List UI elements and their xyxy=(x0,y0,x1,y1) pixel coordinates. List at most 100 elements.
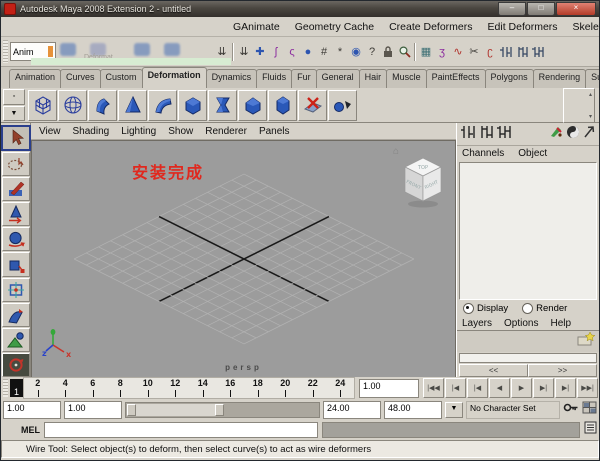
move-tool-icon[interactable] xyxy=(1,202,30,227)
scale-tool-icon[interactable] xyxy=(1,252,30,277)
panel-menu-renderer[interactable]: Renderer xyxy=(205,126,247,137)
cluster-deformer-icon[interactable] xyxy=(88,89,117,121)
channel-layout-single-icon[interactable] xyxy=(461,125,476,144)
tab-rendering[interactable]: Rendering xyxy=(532,69,587,88)
quick-help-icon[interactable]: ? xyxy=(364,43,380,61)
shelf-tab-selector-button[interactable]: ▫ xyxy=(3,89,25,105)
cut-icon[interactable]: ✂ xyxy=(466,43,482,61)
rotate-tool-icon[interactable] xyxy=(1,227,30,252)
character-set-selector[interactable]: No Character Set xyxy=(466,400,560,419)
cone-deformer-icon[interactable] xyxy=(118,89,147,121)
panel-menu-lighting[interactable]: Lighting xyxy=(121,126,156,137)
paint-selection-tool-icon[interactable] xyxy=(1,177,30,202)
speed-toggle-icon[interactable] xyxy=(566,125,580,144)
menu-ganimate[interactable]: GAnimate xyxy=(233,21,280,33)
step-forward-frame-button[interactable]: ▶| xyxy=(533,378,554,398)
paint-effects-icon[interactable]: ∿ xyxy=(450,43,466,61)
make-live-icon[interactable]: ● xyxy=(300,43,316,61)
construction-history-icon[interactable]: ◉ xyxy=(348,43,364,61)
step-forward-key-button[interactable]: ▶| xyxy=(555,378,576,398)
current-time-field[interactable]: 1.00 xyxy=(359,378,419,398)
menu-edit-deformers[interactable]: Edit Deformers xyxy=(488,21,558,33)
layer-list[interactable] xyxy=(457,331,599,353)
animation-preferences-icon[interactable] xyxy=(582,401,597,419)
show-channel-box-icon[interactable] xyxy=(498,43,514,61)
menu-skeleton[interactable]: Skeleton xyxy=(573,21,599,33)
mel-input[interactable] xyxy=(44,422,318,438)
playback-options-dropdown-icon[interactable]: ▼ xyxy=(445,401,463,418)
current-frame-indicator[interactable]: 1 xyxy=(10,379,23,397)
layer-help-menu[interactable]: Help xyxy=(550,318,571,329)
script-editor-icon[interactable] xyxy=(584,421,597,439)
tab-painteffects[interactable]: PaintEffects xyxy=(425,69,486,88)
squash-deformer-icon[interactable] xyxy=(238,89,267,121)
display-radio-group[interactable]: Display xyxy=(463,303,508,315)
shelf-empty-slot[interactable]: ▴ ▾ xyxy=(563,87,595,123)
range-start-handle[interactable] xyxy=(127,403,136,416)
tab-general[interactable]: General xyxy=(315,69,360,88)
pane-forward-button[interactable]: >> xyxy=(528,364,597,377)
channels-menu[interactable]: Channels xyxy=(462,148,504,159)
flare-deformer-icon[interactable] xyxy=(208,89,237,121)
object-menu[interactable]: Object xyxy=(518,148,547,159)
pane-back-button[interactable]: << xyxy=(459,364,528,377)
animation-end-field[interactable]: 48.00 xyxy=(384,400,442,419)
tab-deformation[interactable]: Deformation xyxy=(141,67,207,88)
status-line-grip[interactable] xyxy=(3,39,8,64)
panel-menu-panels[interactable]: Panels xyxy=(259,126,290,137)
lasso-tool-icon[interactable] xyxy=(1,152,30,177)
tab-hair[interactable]: Hair xyxy=(358,69,388,88)
tab-polygons[interactable]: Polygons xyxy=(484,69,534,88)
shelf-menu-button[interactable]: ▼ xyxy=(3,105,25,121)
ipr-render-icon[interactable]: ʒ xyxy=(434,43,450,61)
panel-menu-shading[interactable]: Shading xyxy=(73,126,110,137)
snap-to-view-planes-icon[interactable]: * xyxy=(332,43,348,61)
wire-tool-icon[interactable] xyxy=(328,89,357,121)
magnifier-icon[interactable] xyxy=(396,43,412,61)
tab-fur[interactable]: Fur xyxy=(291,69,317,88)
playback-end-field[interactable]: 24.00 xyxy=(323,400,381,419)
panel-menu-show[interactable]: Show xyxy=(168,126,193,137)
layer-scrollbar[interactable] xyxy=(459,353,597,363)
timeline-grip[interactable] xyxy=(3,379,8,397)
go-to-end-button[interactable]: ▶▶| xyxy=(577,378,598,398)
step-back-frame-button[interactable]: |◀ xyxy=(467,378,488,398)
snap-to-points-icon[interactable]: ς xyxy=(284,43,300,61)
range-slider[interactable] xyxy=(125,401,320,418)
render-settings-icon[interactable]: ʗ xyxy=(482,43,498,61)
layer-options-menu[interactable]: Options xyxy=(504,318,538,329)
sphere-lattice-icon[interactable] xyxy=(58,89,87,121)
show-manipulator-tool-icon[interactable] xyxy=(1,327,30,352)
step-back-key-button[interactable]: |◀ xyxy=(445,378,466,398)
channel-box-list[interactable] xyxy=(459,162,597,300)
highlight-selection-icon[interactable]: ✚ xyxy=(252,43,268,61)
paint-values-icon[interactable] xyxy=(549,125,563,143)
playback-start-field[interactable]: 1.00 xyxy=(64,400,122,419)
tab-curves[interactable]: Curves xyxy=(60,69,101,88)
go-to-start-button[interactable]: |◀◀ xyxy=(423,378,444,398)
range-slider-active-region[interactable] xyxy=(127,403,224,416)
soft-modification-tool-icon[interactable] xyxy=(1,302,30,327)
animation-start-field[interactable]: 1.00 xyxy=(3,400,61,419)
cube-deformer-icon[interactable] xyxy=(178,89,207,121)
display-radio-button[interactable] xyxy=(463,303,474,315)
play-backwards-button[interactable]: ◀ xyxy=(489,378,510,398)
auto-keyframe-icon[interactable] xyxy=(563,401,579,419)
menu-geometry-cache[interactable]: Geometry Cache xyxy=(295,21,374,33)
tab-custom[interactable]: Custom xyxy=(99,69,143,88)
minimize-button[interactable]: – xyxy=(498,2,526,16)
lock-icon[interactable] xyxy=(380,43,396,61)
tab-muscle[interactable]: Muscle xyxy=(386,69,427,88)
layers-menu[interactable]: Layers xyxy=(462,318,492,329)
lattice-deformer-icon[interactable] xyxy=(28,89,57,121)
select-tool-icon[interactable] xyxy=(1,125,31,152)
snap-to-curves-icon[interactable]: ʃ xyxy=(268,43,284,61)
render-current-frame-icon[interactable]: ▦ xyxy=(418,43,434,61)
play-forwards-button[interactable]: ▶ xyxy=(511,378,532,398)
menu-create-deformers[interactable]: Create Deformers xyxy=(389,21,472,33)
channel-layout-stacked-icon[interactable] xyxy=(479,125,494,144)
close-button[interactable]: × xyxy=(556,2,596,16)
last-tool-used-icon[interactable] xyxy=(1,352,30,377)
manipulator-arrow-icon[interactable] xyxy=(583,125,595,143)
view-cube[interactable]: TOP FRONT RIGHT xyxy=(399,155,447,214)
